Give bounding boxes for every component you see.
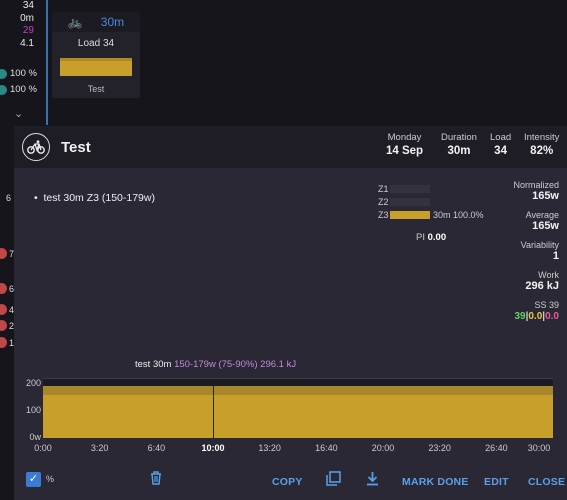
- metric-work: Work 296 kJ: [525, 270, 559, 292]
- stat-load: 34: [22, 0, 34, 11]
- dialog-header: Test Monday 14 Sep Duration 30m Load 34 …: [14, 126, 567, 168]
- zone-distribution: Z1 Z2 Z3 30m 100.0%: [378, 182, 484, 221]
- calendar-workout-card[interactable]: 🚲 30m Load 34 Test: [52, 12, 140, 98]
- card-duration: 30m: [100, 15, 125, 29]
- edit-button[interactable]: EDIT: [484, 476, 509, 488]
- percent-checkbox[interactable]: ✓: [26, 472, 41, 487]
- y-tick-label: 100: [25, 405, 41, 415]
- x-tick-label: 10:00: [201, 443, 225, 453]
- close-button[interactable]: CLOSE: [528, 476, 565, 488]
- metric-average: Average 165w: [525, 210, 559, 232]
- side-number: 6: [6, 193, 12, 203]
- x-tick-label: 20:00: [371, 443, 395, 453]
- x-tick-label: 23:20: [428, 443, 451, 453]
- zone-bar: [390, 210, 430, 219]
- stat-fitness: 29: [22, 25, 34, 36]
- zone-row-z3: Z3 30m 100.0%: [378, 209, 484, 220]
- target-range-band: [43, 386, 553, 395]
- bike-icon: [22, 133, 50, 161]
- percent-label: %: [46, 474, 55, 484]
- metric-normalized: Normalized 165w: [513, 180, 559, 202]
- ss-value-2: 0.0: [528, 311, 543, 322]
- x-tick-label: 16:40: [315, 443, 338, 453]
- x-tick-label: 30:00: [527, 443, 551, 453]
- x-tick-label: 0:00: [34, 443, 52, 453]
- calendar-week-stats: 34 0m 29 4.1: [0, 0, 34, 50]
- x-tick-label: 26:40: [485, 443, 508, 453]
- metric-ss: SS 39 39|0.0|0.0: [514, 300, 559, 322]
- badge-dot-icon: [0, 248, 7, 259]
- ss-value-1: 39: [514, 311, 526, 322]
- card-load: Load 34: [77, 38, 115, 49]
- compliance-dot-icon: [0, 68, 7, 79]
- chart-cursor: [213, 386, 214, 438]
- x-tick-label: 3:20: [90, 443, 109, 453]
- side-badge: 7: [0, 248, 14, 259]
- compliance-badge: 100 %: [0, 84, 37, 95]
- ss-value-3: 0.0: [545, 311, 559, 322]
- badge-dot-icon: [0, 283, 7, 294]
- metric-variability: Variability 1: [520, 240, 559, 262]
- side-badge: 4: [0, 304, 14, 315]
- zone-bar: [390, 197, 430, 206]
- dialog-title: Test: [61, 138, 91, 156]
- y-tick-label: 200: [25, 378, 41, 388]
- side-badge: 1: [0, 337, 14, 348]
- stat-ratio: 4.1: [20, 37, 34, 49]
- zone-row-z1: Z1: [378, 182, 484, 195]
- workout-steps-list: • test 30m Z3 (150-179w): [34, 192, 155, 204]
- header-date: Monday 14 Sep: [386, 132, 424, 157]
- chevron-down-icon[interactable]: ⌄: [14, 107, 23, 120]
- mark-done-button[interactable]: MARK DONE: [402, 476, 469, 488]
- x-tick-label: 13:20: [258, 443, 281, 453]
- badge-dot-icon: [0, 337, 7, 348]
- today-line: [46, 0, 48, 125]
- header-intensity: Intensity 82%: [524, 132, 560, 157]
- bullet-icon: •: [34, 192, 44, 204]
- side-badge: 2: [0, 320, 14, 331]
- workout-dialog: Test Monday 14 Sep Duration 30m Load 34 …: [14, 126, 567, 500]
- duplicate-icon[interactable]: [326, 471, 341, 489]
- dialog-footer: ✓ % COPY MARK DONE EDIT CLOSE: [14, 468, 567, 496]
- card-header: 🚲 30m: [52, 12, 140, 32]
- bike-icon: 🚲: [67, 15, 83, 29]
- power-chart[interactable]: [43, 378, 553, 438]
- card-intensity-bar: [60, 58, 132, 76]
- badge-dot-icon: [0, 320, 7, 331]
- workout-metrics: Normalized 165w Average 165w Variability 1 …: [513, 180, 559, 322]
- x-tick-label: 6:40: [147, 443, 166, 453]
- header-duration: Duration 30m: [441, 132, 477, 157]
- stat-time: 0m: [20, 12, 34, 24]
- side-badge: 6: [0, 283, 14, 294]
- zone-row-z2: Z2: [378, 195, 484, 208]
- zone-bar: [390, 184, 430, 193]
- chart-step-label: test 30m 150-179w (75-90%) 296.1 kJ: [135, 359, 297, 370]
- grid-line: [43, 378, 553, 379]
- workout-step: test 30m Z3 (150-179w): [43, 192, 155, 204]
- pi-value: PI 0.00: [416, 232, 447, 243]
- compliance-badge: 100 %: [0, 68, 37, 79]
- y-tick-label: 0w: [29, 432, 41, 442]
- copy-button[interactable]: COPY: [272, 476, 303, 488]
- header-load: Load 34: [490, 132, 512, 157]
- download-icon[interactable]: [366, 471, 379, 489]
- trash-icon[interactable]: [150, 471, 162, 488]
- card-name: Test: [87, 84, 105, 94]
- badge-dot-icon: [0, 304, 7, 315]
- compliance-dot-icon: [0, 84, 7, 95]
